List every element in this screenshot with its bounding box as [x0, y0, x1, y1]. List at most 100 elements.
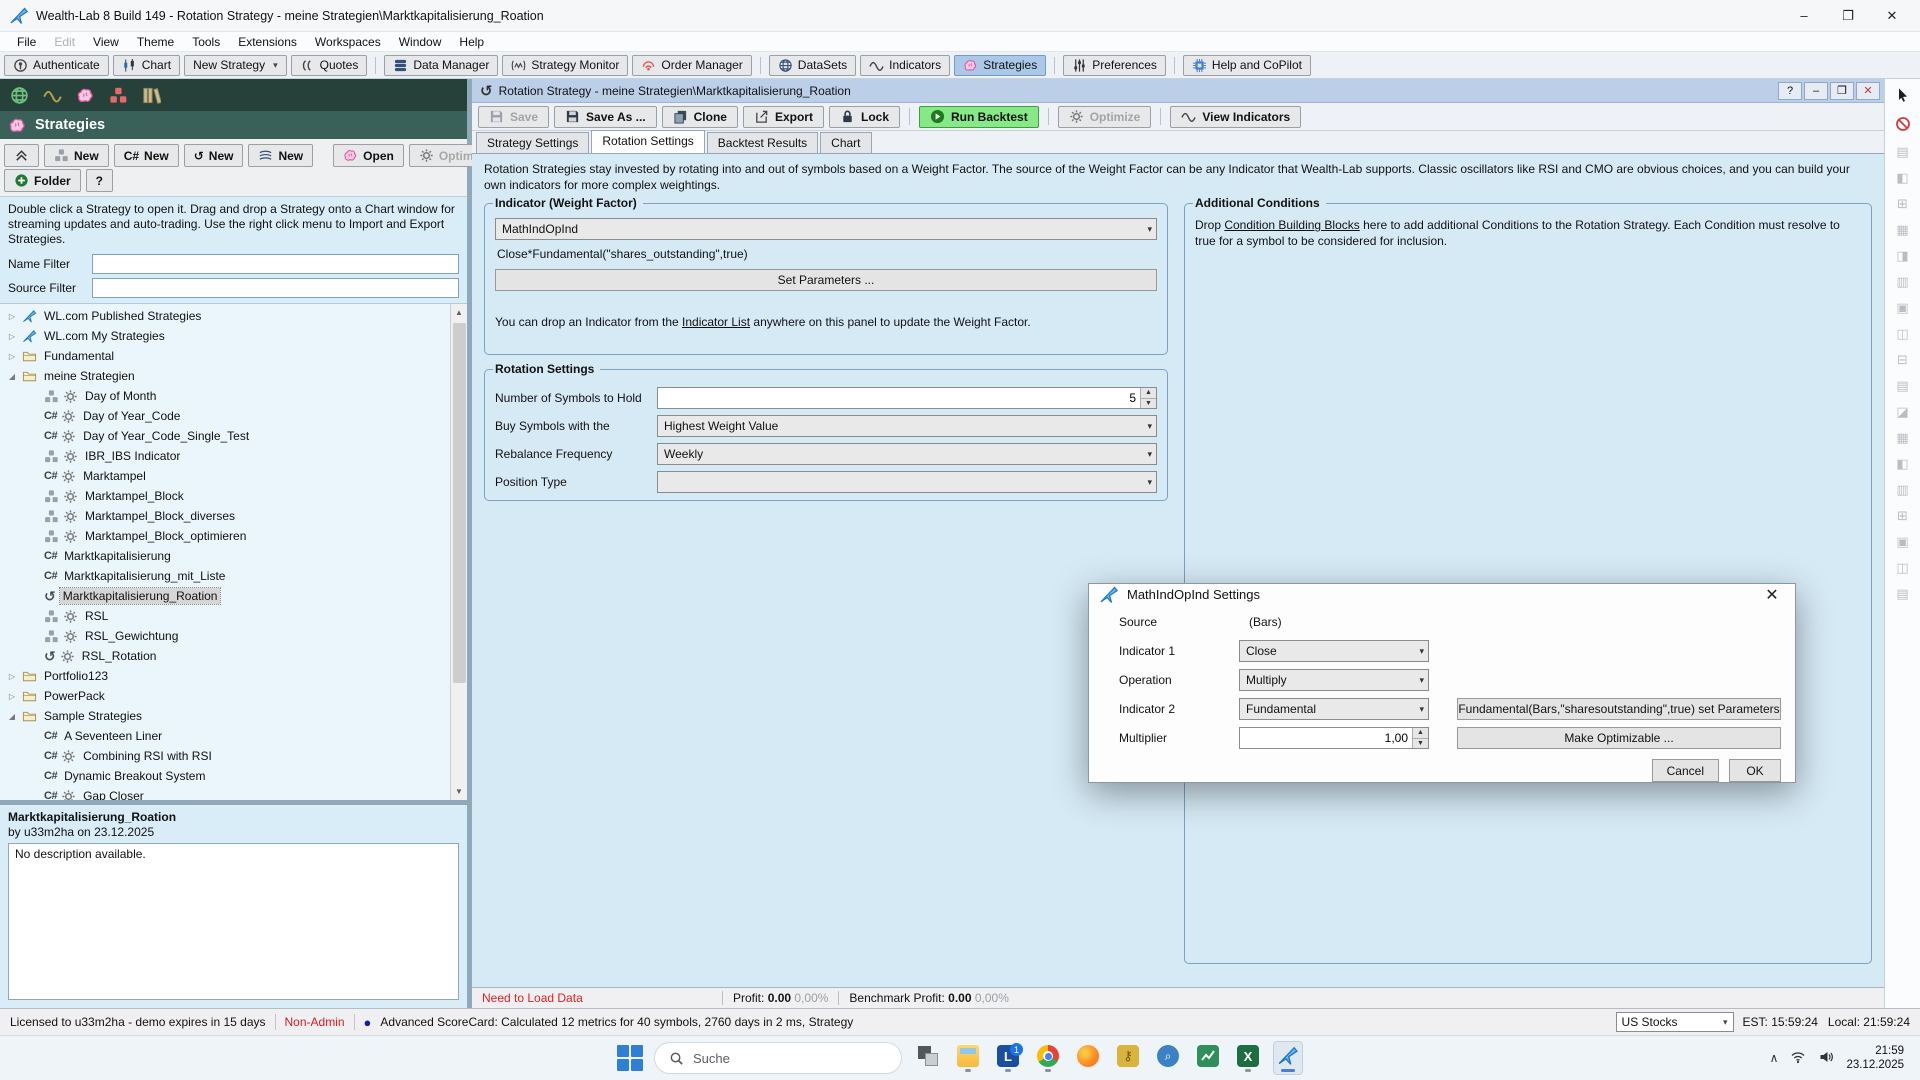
magnifier-app-icon[interactable]: ⌕	[1153, 1041, 1183, 1075]
tree-item-label[interactable]: Portfolio123	[41, 668, 111, 684]
cursor-icon[interactable]	[1895, 87, 1911, 103]
datasets-button[interactable]: DataSets	[769, 55, 856, 76]
view-indicators-button[interactable]: View Indicators	[1170, 106, 1301, 128]
tree-collapsed-icon[interactable]: ▷	[6, 312, 18, 321]
tree-item-label[interactable]: Gap Closer	[80, 788, 147, 800]
maximize-button[interactable]: ❐	[1826, 1, 1870, 31]
indicators-button[interactable]: Indicators	[860, 55, 950, 76]
multiplier-stepper[interactable]: ▲▼	[1239, 727, 1429, 749]
libreoffice-icon[interactable]: L1	[993, 1041, 1023, 1075]
open-button[interactable]: Open	[333, 144, 404, 167]
tree-item[interactable]: ▷Portfolio123	[0, 666, 450, 686]
tree-item[interactable]: ↺RSL_Rotation	[0, 646, 450, 666]
new-strategy-button[interactable]: New Strategy▾	[184, 55, 287, 76]
tab-backtest-results[interactable]: Backtest Results	[707, 132, 818, 153]
right-rail-tool-icon[interactable]: ▦	[1896, 431, 1908, 444]
right-rail-tool-icon[interactable]: ◫	[1896, 327, 1908, 340]
tree-item[interactable]: RSL_Gewichtung	[0, 626, 450, 646]
right-rail-tool-icon[interactable]: ▣	[1896, 301, 1908, 314]
right-rail-tool-icon[interactable]: ◪	[1896, 405, 1908, 418]
doc-help-button[interactable]: ?	[1778, 82, 1802, 100]
dialog-close-icon[interactable]: ✕	[1759, 585, 1785, 605]
symbols-to-hold-input[interactable]	[658, 388, 1140, 408]
tree-item[interactable]: C#A Seventeen Liner	[0, 726, 450, 746]
right-rail-tool-icon[interactable]: ⊞	[1897, 197, 1908, 210]
strategy-monitor-button[interactable]: Strategy Monitor	[502, 55, 628, 76]
order-manager-button[interactable]: Order Manager	[632, 55, 751, 76]
excel-icon[interactable]: X	[1233, 1041, 1263, 1075]
tree-item[interactable]: ◢meine Strategien	[0, 366, 450, 386]
buy-symbols-combobox[interactable]: Highest Weight Value ▾	[657, 415, 1157, 437]
right-rail-tool-icon[interactable]: ▥	[1896, 483, 1908, 496]
tree-expanded-icon[interactable]: ◢	[6, 712, 18, 721]
wealthlab-icon[interactable]	[1273, 1041, 1303, 1075]
spin-up-icon[interactable]: ▲	[1413, 728, 1428, 738]
right-rail-tool-icon[interactable]: ▦	[1896, 223, 1908, 236]
doc-minimize-button[interactable]: ‒	[1804, 82, 1828, 100]
tree-collapsed-icon[interactable]: ▷	[6, 352, 18, 361]
start-button[interactable]	[617, 1045, 643, 1071]
operation-combobox[interactable]: Multiply▾	[1239, 669, 1429, 691]
menu-theme[interactable]: Theme	[128, 33, 183, 51]
tree-item-label[interactable]: Marktkapitalisierung_mit_Liste	[61, 568, 228, 584]
tree-item-label[interactable]: Day of Year_Code_Single_Test	[80, 428, 252, 444]
indicator-list-link[interactable]: Indicator List	[682, 315, 750, 329]
menu-workspaces[interactable]: Workspaces	[306, 33, 390, 51]
tray-clock[interactable]: 21:59 23.12.2025	[1846, 1044, 1904, 1073]
globe-green-icon[interactable]	[10, 86, 29, 105]
tree-item[interactable]: C#Day of Year_Code_Single_Test	[0, 426, 450, 446]
save-button[interactable]: Save	[478, 106, 549, 128]
tree-item[interactable]: C#Combining RSI with RSI	[0, 746, 450, 766]
tree-item-label[interactable]: A Seventeen Liner	[61, 728, 165, 744]
right-rail-tool-icon[interactable]: ◧	[1896, 457, 1908, 470]
tree-item-label[interactable]: RSL_Gewichtung	[82, 628, 181, 644]
position-type-combobox[interactable]: ▾	[657, 471, 1157, 493]
chart-button[interactable]: Chart	[113, 55, 180, 76]
wave-olive-icon[interactable]	[43, 86, 62, 105]
make-optimizable-button[interactable]: Make Optimizable ...	[1457, 727, 1781, 749]
tree-collapsed-icon[interactable]: ▷	[6, 332, 18, 341]
taskbar-search[interactable]: Suche	[654, 1042, 902, 1074]
quotes-button[interactable]: Quotes	[291, 55, 368, 76]
tree-item[interactable]: ▷ WL.com My Strategies	[0, 326, 450, 346]
clone-button[interactable]: Clone	[662, 106, 738, 128]
source-filter-input[interactable]	[92, 278, 459, 298]
minimize-button[interactable]: –	[1782, 1, 1826, 31]
indicator-combobox[interactable]: MathIndOpInd ▾	[495, 218, 1157, 240]
task-view-icon[interactable]	[913, 1041, 943, 1075]
spin-up-icon[interactable]: ▲	[1141, 388, 1156, 398]
spin-down-icon[interactable]: ▼	[1141, 398, 1156, 409]
tree-item[interactable]: C#Dynamic Breakout System	[0, 766, 450, 786]
rebalance-frequency-combobox[interactable]: Weekly ▾	[657, 443, 1157, 465]
run-backtest-button[interactable]: Run Backtest	[919, 106, 1039, 128]
menu-view[interactable]: View	[84, 33, 128, 51]
tree-item-label[interactable]: Dynamic Breakout System	[61, 768, 208, 784]
doc-maximize-button[interactable]: ❐	[1830, 82, 1854, 100]
fundamental-set-parameters-button[interactable]: Fundamental(Bars,"sharesoutstanding",tru…	[1457, 698, 1781, 720]
tree-item-label[interactable]: IBR_IBS Indicator	[82, 448, 183, 464]
chart-app-icon[interactable]	[1193, 1041, 1223, 1075]
tree-item-label[interactable]: WL.com My Strategies	[41, 328, 168, 344]
ok-button[interactable]: OK	[1729, 759, 1781, 782]
tree-item[interactable]: C#Gap Closer	[0, 786, 450, 800]
cancel-button[interactable]: Cancel	[1652, 759, 1719, 782]
market-combobox[interactable]: US Stocks ▾	[1616, 1012, 1734, 1032]
name-filter-input[interactable]	[92, 254, 459, 274]
tree-item[interactable]: IBR_IBS Indicator	[0, 446, 450, 466]
tree-item[interactable]: ↺Marktkapitalisierung_Roation	[0, 586, 450, 606]
tree-item[interactable]: C#Marktampel	[0, 466, 450, 486]
data-manager-button[interactable]: Data Manager	[384, 55, 498, 76]
strategies-button[interactable]: Strategies	[954, 55, 1046, 76]
brain-icon[interactable]	[76, 86, 95, 105]
tray-expand-icon[interactable]: ∧	[1770, 1051, 1779, 1065]
scrollbar-thumb[interactable]	[453, 323, 466, 683]
save-as-button[interactable]: Save As ...	[554, 106, 657, 128]
tree-item[interactable]: ▷Fundamental	[0, 346, 450, 366]
help-and-copilot-button[interactable]: Help and CoPilot	[1183, 55, 1311, 76]
right-rail-tool-icon[interactable]: ◧	[1896, 171, 1908, 184]
preferences-button[interactable]: Preferences	[1063, 55, 1166, 76]
tree-scrollbar[interactable]: ▲ ▼	[450, 304, 467, 800]
chrome-icon[interactable]	[1033, 1041, 1063, 1075]
tree-item-label[interactable]: Sample Strategies	[41, 708, 145, 724]
tree-item[interactable]: ▷PowerPack	[0, 686, 450, 706]
